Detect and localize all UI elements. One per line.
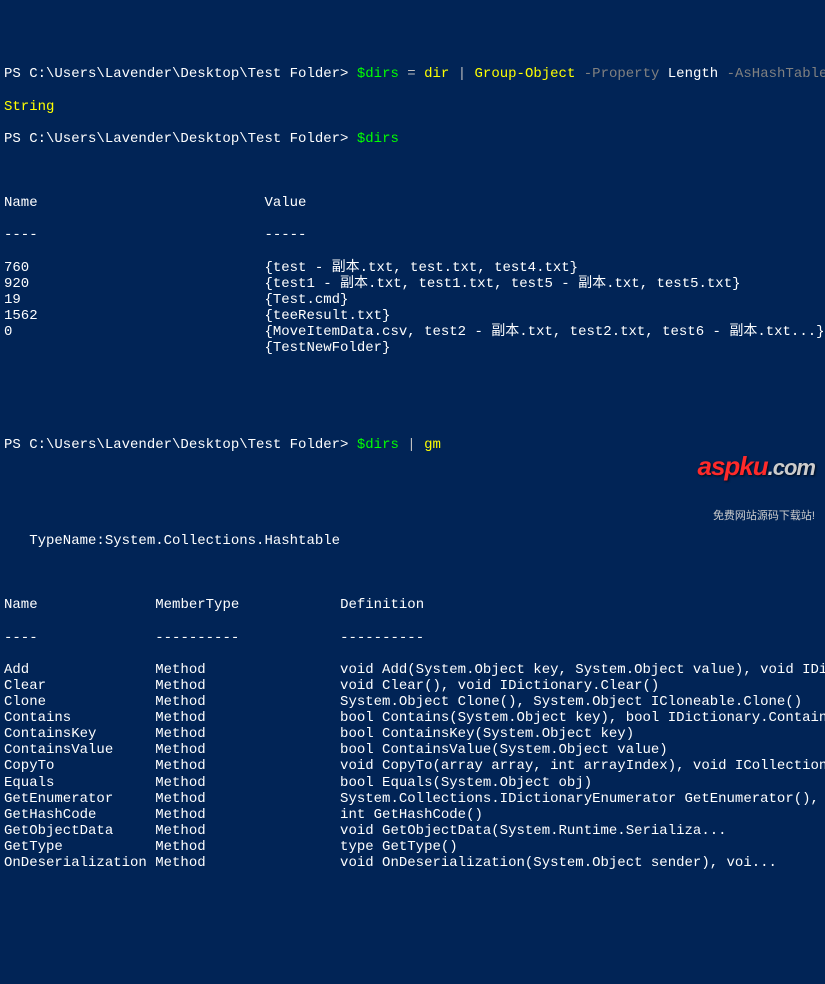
table-row: 19 {Test.cmd} bbox=[4, 292, 821, 308]
col-def-header: Definition bbox=[340, 597, 424, 613]
prompt: PS C:\Users\Lavender\Desktop\Test Folder… bbox=[4, 131, 357, 147]
table-row: 920 {test1 - 副本.txt, test1.txt, test5 - … bbox=[4, 276, 821, 292]
table-row: ContainsValue Method bool ContainsValue(… bbox=[4, 742, 821, 758]
table1-header: Name Value bbox=[4, 195, 821, 211]
table1-separator: ---- ----- bbox=[4, 227, 821, 243]
variable: $dirs bbox=[357, 437, 399, 453]
table-row: GetType Method type GetType() bbox=[4, 839, 821, 855]
param-property-value: Length bbox=[668, 66, 718, 82]
table-row: GetObjectData Method void GetObjectData(… bbox=[4, 823, 821, 839]
param-ashashtable-flag: -AsHashTable bbox=[718, 66, 825, 82]
table-row: GetHashCode Method int GetHashCode() bbox=[4, 807, 821, 823]
command-line-2[interactable]: PS C:\Users\Lavender\Desktop\Test Folder… bbox=[4, 131, 821, 147]
table-row: Equals Method bool Equals(System.Object … bbox=[4, 775, 821, 791]
blank-line bbox=[4, 404, 821, 420]
table-row: OnDeserialization Method void OnDeserial… bbox=[4, 855, 821, 871]
table-row: CopyTo Method void CopyTo(array array, i… bbox=[4, 758, 821, 774]
table1-body: 760 {test - 副本.txt, test.txt, test4.txt}… bbox=[4, 260, 821, 357]
col-value-sep: ----- bbox=[264, 227, 306, 243]
cmdlet-group-object: Group-Object bbox=[475, 66, 576, 82]
blank-line bbox=[4, 565, 821, 581]
col-value-header: Value bbox=[264, 195, 306, 211]
blank-line bbox=[4, 163, 821, 179]
table-row: Contains Method bool Contains(System.Obj… bbox=[4, 710, 821, 726]
col-name-header: Name bbox=[4, 597, 155, 613]
prompt: PS C:\Users\Lavender\Desktop\Test Folder… bbox=[4, 66, 357, 82]
col-type-header: MemberType bbox=[155, 597, 340, 613]
table-row: Clone Method System.Object Clone(), Syst… bbox=[4, 694, 821, 710]
command-line-1-wrap[interactable]: String bbox=[4, 99, 821, 115]
table-row: 760 {test - 副本.txt, test.txt, test4.txt} bbox=[4, 260, 821, 276]
table-row: GetEnumerator Method System.Collections.… bbox=[4, 791, 821, 807]
table-row: Clear Method void Clear(), void IDiction… bbox=[4, 678, 821, 694]
variable: $dirs bbox=[357, 66, 399, 82]
table-row: 0 {MoveItemData.csv, test2 - 副本.txt, tes… bbox=[4, 324, 821, 340]
prompt: PS C:\Users\Lavender\Desktop\Test Folder… bbox=[4, 437, 357, 453]
col-def-sep: ---------- bbox=[340, 630, 424, 646]
command-line-1[interactable]: PS C:\Users\Lavender\Desktop\Test Folder… bbox=[4, 66, 821, 82]
param-as-value: String bbox=[4, 99, 54, 115]
command-line-3[interactable]: PS C:\Users\Lavender\Desktop\Test Folder… bbox=[4, 437, 821, 453]
table-row: ContainsKey Method bool ContainsKey(Syst… bbox=[4, 726, 821, 742]
blank-line bbox=[4, 501, 821, 517]
table-row: Add Method void Add(System.Object key, S… bbox=[4, 662, 821, 678]
blank-line bbox=[4, 469, 821, 485]
col-name-sep: ---- bbox=[4, 630, 155, 646]
pipe-op: | bbox=[399, 437, 424, 453]
equals-op: = bbox=[399, 66, 424, 82]
cmdlet-dir: dir bbox=[424, 66, 449, 82]
param-property-flag: -Property bbox=[575, 66, 667, 82]
table2-body: Add Method void Add(System.Object key, S… bbox=[4, 662, 821, 871]
col-type-sep: ---------- bbox=[155, 630, 340, 646]
table2-header: Name MemberType Definition bbox=[4, 597, 821, 613]
table-row: {TestNewFolder} bbox=[4, 340, 821, 356]
table2-separator: ---- ---------- ---------- bbox=[4, 630, 821, 646]
table-row: 1562 {teeResult.txt} bbox=[4, 308, 821, 324]
col-name-sep: ---- bbox=[4, 227, 264, 243]
cmdlet-gm: gm bbox=[424, 437, 441, 453]
col-name-header: Name bbox=[4, 195, 264, 211]
blank-line bbox=[4, 372, 821, 388]
pipe-op: | bbox=[449, 66, 474, 82]
variable: $dirs bbox=[357, 131, 399, 147]
